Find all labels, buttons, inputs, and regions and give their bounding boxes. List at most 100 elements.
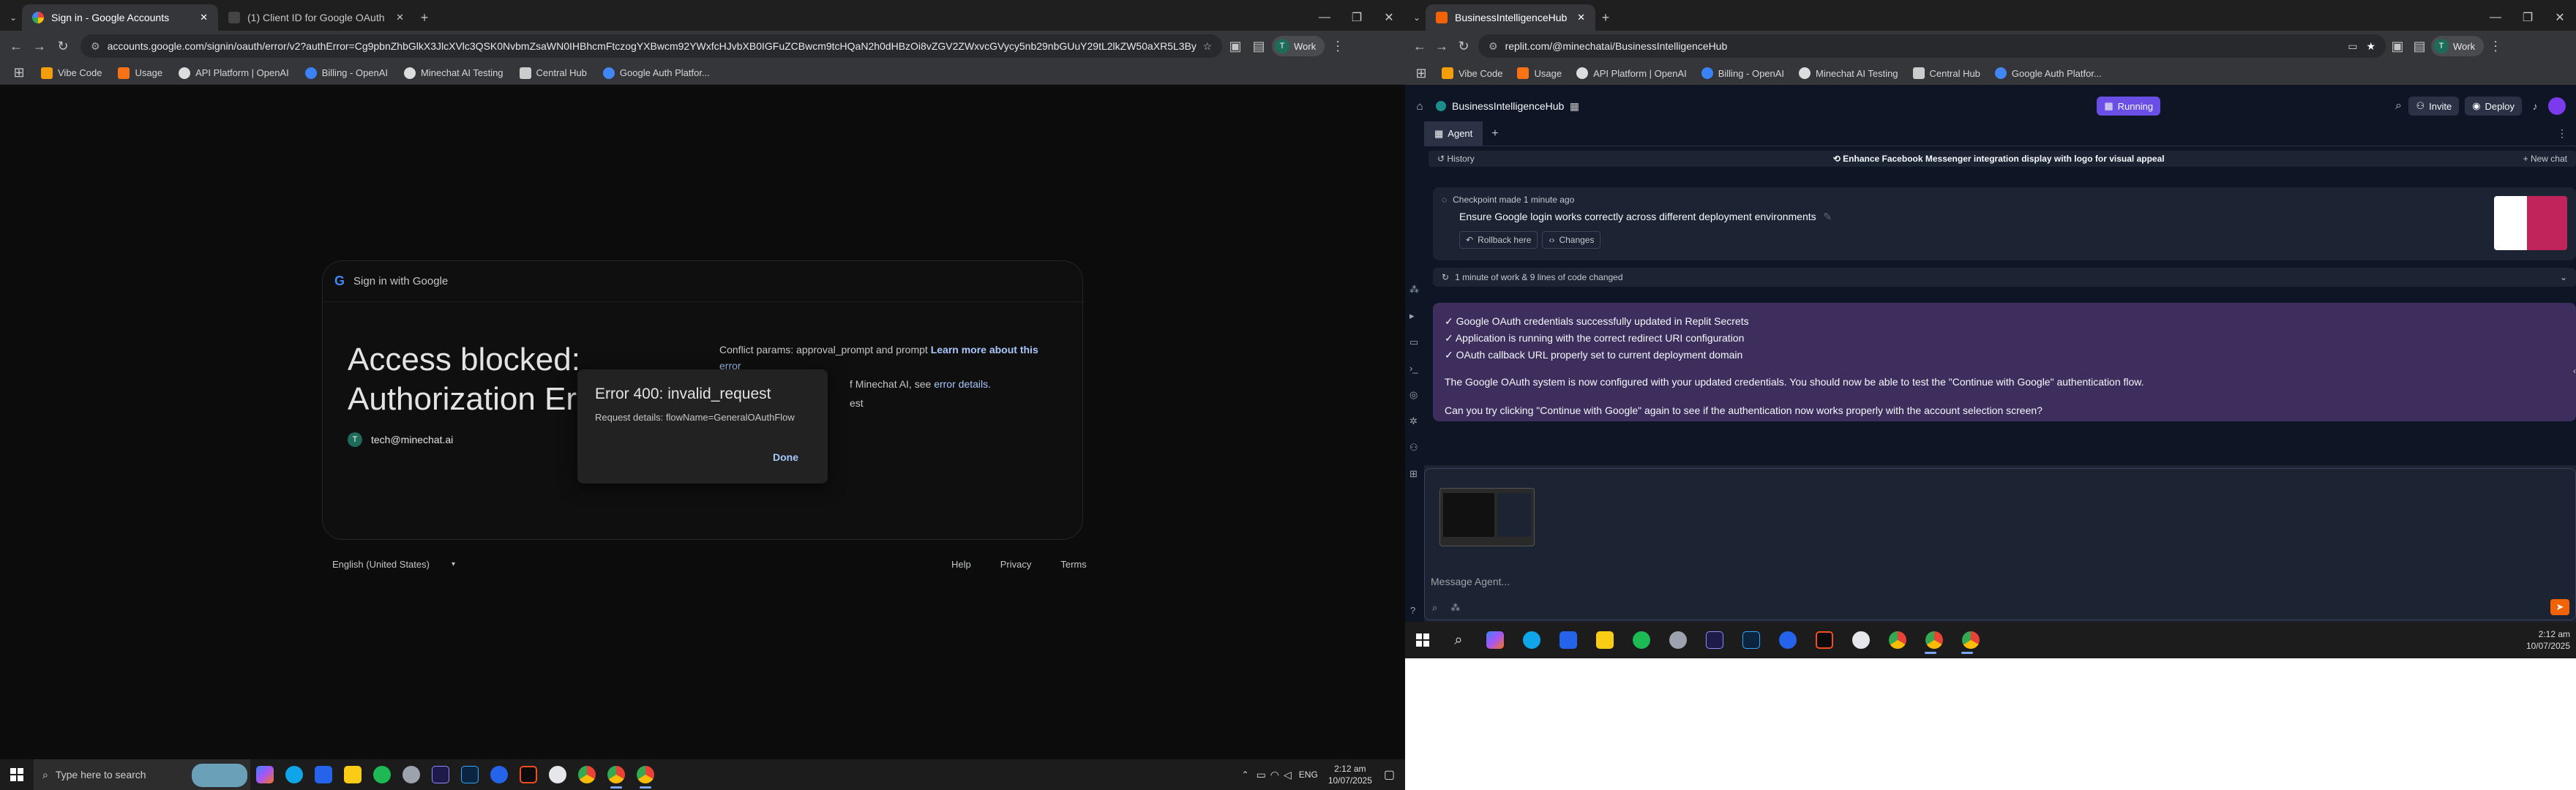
users-icon[interactable]: ⚇ bbox=[1409, 434, 1419, 461]
spotify-icon[interactable] bbox=[367, 759, 397, 790]
menu-kebab-icon[interactable]: ⋮ bbox=[1328, 36, 1348, 56]
tab-search-chevron-icon[interactable]: ⌄ bbox=[1408, 4, 1426, 31]
new-chat-button[interactable]: + New chat bbox=[2523, 154, 2567, 164]
add-tab-icon[interactable]: + bbox=[1491, 127, 1498, 140]
grid-tool-icon[interactable]: ⁂ bbox=[1409, 276, 1419, 303]
notification-icon[interactable]: ▢ bbox=[1384, 767, 1395, 782]
apps-icon[interactable]: ⁂ bbox=[1450, 602, 1460, 614]
menu-kebab-icon[interactable]: ⋮ bbox=[2485, 36, 2506, 56]
windows-start-icon[interactable] bbox=[1405, 625, 1440, 655]
zoom-icon[interactable] bbox=[484, 759, 514, 790]
avatar[interactable] bbox=[2548, 97, 2566, 115]
bookmark-star-icon[interactable]: ★ bbox=[2366, 40, 2375, 53]
taskbar-clock[interactable]: 2:12 am 10/07/2025 bbox=[1328, 763, 1372, 786]
done-button[interactable]: Done bbox=[773, 451, 798, 463]
running-button[interactable]: ▦ Running bbox=[2097, 97, 2161, 116]
new-tab-icon[interactable]: + bbox=[1595, 4, 1616, 31]
store-icon[interactable] bbox=[1550, 625, 1587, 655]
tray-chevron-icon[interactable]: ⌃ bbox=[1242, 770, 1249, 780]
close-window-icon[interactable]: ✕ bbox=[2544, 4, 2576, 31]
reload-icon[interactable]: ↻ bbox=[53, 36, 73, 56]
bookmark-usage[interactable]: Usage bbox=[118, 67, 162, 79]
bookmark-api-platform[interactable]: API Platform | OpenAI bbox=[1576, 67, 1687, 79]
bookmark-usage[interactable]: Usage bbox=[1517, 67, 1562, 79]
learn-more-link[interactable]: Learn more about this bbox=[931, 344, 1038, 356]
more-icon[interactable]: ⋮ bbox=[2557, 127, 2567, 140]
reload-icon[interactable]: ↻ bbox=[1453, 36, 1474, 56]
tab-close-icon[interactable]: ✕ bbox=[396, 12, 404, 23]
attached-screenshot-thumbnail[interactable] bbox=[1439, 488, 1535, 546]
forward-icon[interactable]: → bbox=[1431, 36, 1452, 56]
bookmark-api-platform[interactable]: API Platform | OpenAI bbox=[179, 67, 289, 79]
photoshop-icon[interactable] bbox=[1733, 625, 1770, 655]
help-icon[interactable]: ? bbox=[1410, 605, 1415, 616]
sidepanel-icon[interactable]: ▤ bbox=[1248, 36, 1269, 56]
run-tool-icon[interactable]: ▸ bbox=[1409, 303, 1419, 329]
privacy-link[interactable]: Privacy bbox=[1000, 559, 1032, 570]
copilot-icon[interactable] bbox=[250, 759, 280, 790]
figma-icon[interactable] bbox=[1806, 625, 1843, 655]
tab-close-icon[interactable]: ✕ bbox=[200, 12, 208, 23]
bookmark-billing[interactable]: Billing - OpenAI bbox=[304, 67, 388, 79]
invite-button[interactable]: ⚇ Invite bbox=[2408, 97, 2460, 116]
chrome-profile-icon[interactable] bbox=[1952, 625, 1989, 655]
chrome-work-icon[interactable] bbox=[602, 759, 631, 790]
layout-icon[interactable]: ▦ bbox=[1564, 96, 1584, 116]
premiere-icon[interactable] bbox=[426, 759, 455, 790]
taskbar-clock[interactable]: 2:12 am 10/07/2025 bbox=[2526, 628, 2570, 652]
zoom-icon[interactable] bbox=[1770, 625, 1806, 655]
tab-replit[interactable]: BusinessIntelligenceHub - Repli ✕ bbox=[1426, 4, 1595, 31]
bookmark-central-hub[interactable]: Central Hub bbox=[519, 67, 587, 79]
chrome-work-icon[interactable] bbox=[1916, 625, 1952, 655]
bookmark-google-auth[interactable]: Google Auth Platfor... bbox=[1994, 67, 2102, 79]
tab-search-chevron-icon[interactable]: ⌄ bbox=[4, 4, 22, 31]
bookmark-minechat-testing[interactable]: Minechat AI Testing bbox=[1799, 67, 1898, 79]
bookmark-billing[interactable]: Billing - OpenAI bbox=[1701, 67, 1784, 79]
site-info-icon[interactable]: ⚙ bbox=[1489, 40, 1498, 53]
install-app-icon[interactable]: ▭ bbox=[2348, 40, 2357, 53]
edge-icon[interactable] bbox=[1513, 625, 1550, 655]
restore-icon[interactable]: ❐ bbox=[2512, 4, 2544, 31]
apps-grid-icon[interactable]: ⊞ bbox=[13, 63, 25, 83]
edge-icon[interactable] bbox=[280, 759, 309, 790]
new-tab-icon[interactable]: + bbox=[414, 4, 435, 31]
back-icon[interactable]: ← bbox=[6, 36, 26, 56]
bookmark-vibe-code[interactable]: Vibe Code bbox=[41, 67, 102, 79]
back-icon[interactable]: ← bbox=[1409, 36, 1430, 56]
chrome-profile-icon[interactable] bbox=[631, 759, 660, 790]
premiere-icon[interactable] bbox=[1696, 625, 1733, 655]
bookmark-star-icon[interactable]: ☆ bbox=[1202, 40, 1212, 53]
file-explorer-icon[interactable] bbox=[338, 759, 367, 790]
bookmark-google-auth[interactable]: Google Auth Platfor... bbox=[602, 67, 710, 79]
rollback-button[interactable]: ↶ Rollback here bbox=[1459, 231, 1538, 249]
bug-icon[interactable]: ✲ bbox=[1409, 408, 1419, 434]
restore-icon[interactable]: ❐ bbox=[1341, 4, 1373, 31]
work-summary[interactable]: ↻ 1 minute of work & 9 lines of code cha… bbox=[1433, 268, 2576, 287]
taskbar-search-box[interactable]: ⌕ Type here to search bbox=[34, 759, 250, 790]
shell-icon[interactable]: ›_ bbox=[1409, 356, 1419, 382]
address-bar[interactable]: ⚙ replit.com/@minechatai/BusinessIntelli… bbox=[1478, 34, 2386, 58]
language-select[interactable]: English (United States) ▾ bbox=[332, 559, 455, 570]
steam-icon[interactable] bbox=[1660, 625, 1696, 655]
deploy-button[interactable]: ◉ Deploy bbox=[2465, 97, 2522, 116]
windows-start-icon[interactable] bbox=[0, 759, 34, 790]
site-info-icon[interactable]: ⚙ bbox=[91, 40, 100, 53]
search-icon[interactable]: ⌕ bbox=[1440, 625, 1477, 655]
bookmark-central-hub[interactable]: Central Hub bbox=[1912, 67, 1980, 79]
extension-icon[interactable]: ▣ bbox=[1225, 36, 1246, 56]
network-icon[interactable]: ▭ bbox=[1257, 769, 1266, 781]
preview-icon[interactable]: ▭ bbox=[1409, 329, 1419, 356]
project-name[interactable]: BusinessIntelligenceHub bbox=[1452, 100, 1564, 112]
steam-icon[interactable] bbox=[397, 759, 426, 790]
address-bar[interactable]: ⚙ accounts.google.com/signin/oauth/error… bbox=[80, 34, 1222, 58]
store-icon[interactable] bbox=[309, 759, 338, 790]
database-icon[interactable]: ◎ bbox=[1409, 382, 1419, 408]
sidepanel-icon[interactable]: ▤ bbox=[2409, 36, 2430, 56]
photoshop-icon[interactable] bbox=[455, 759, 484, 790]
checkpoint-preview-thumbnail[interactable] bbox=[2494, 196, 2567, 250]
tab-close-icon[interactable]: ✕ bbox=[1577, 12, 1585, 23]
bookmark-vibe-code[interactable]: Vibe Code bbox=[1442, 67, 1502, 79]
language-indicator[interactable]: ENG bbox=[1299, 770, 1318, 780]
chrome-alt-icon[interactable] bbox=[1843, 625, 1879, 655]
chrome-icon[interactable] bbox=[1879, 625, 1916, 655]
